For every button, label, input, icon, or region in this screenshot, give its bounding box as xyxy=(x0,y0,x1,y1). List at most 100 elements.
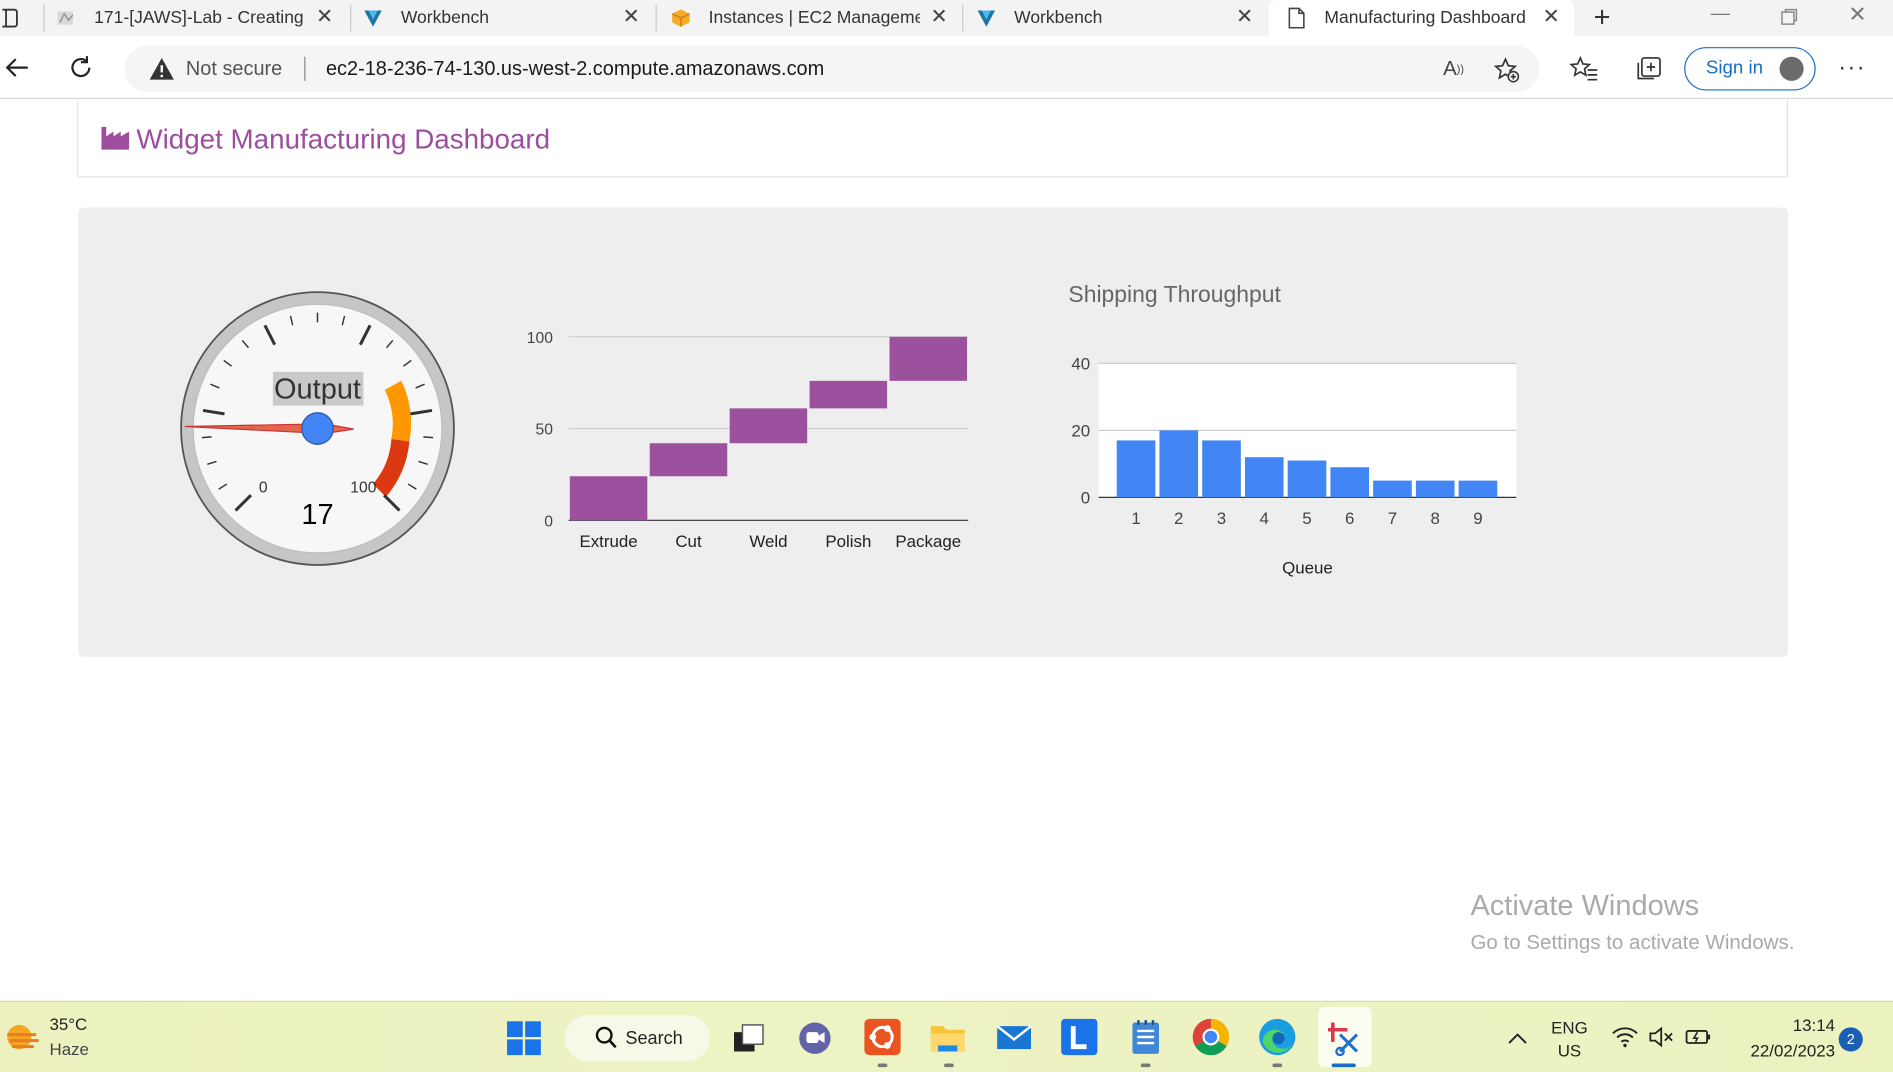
weather-temperature[interactable]: 35°C xyxy=(49,1014,87,1033)
windows-taskbar: 35°C Haze Search ENG US 13:14 22/02/2023… xyxy=(0,1000,1893,1072)
x-tick-label: Cut xyxy=(675,532,702,551)
tab-workbench-2[interactable]: Workbench ✕ xyxy=(975,0,1265,36)
throughput-bar[interactable] xyxy=(1415,480,1455,498)
throughput-bar[interactable] xyxy=(1330,467,1370,498)
close-window-icon[interactable]: ✕ xyxy=(1848,2,1866,27)
snipping-tool-icon[interactable] xyxy=(1318,1006,1372,1068)
ubuntu-icon[interactable] xyxy=(862,1016,903,1057)
refresh-icon[interactable] xyxy=(66,53,95,82)
weather-condition[interactable]: Haze xyxy=(49,1039,88,1058)
tab-manufacturing-dashboard[interactable]: Manufacturing Dashboard ✕ xyxy=(1268,0,1575,37)
throughput-bar[interactable] xyxy=(1244,457,1284,498)
region-label[interactable]: US xyxy=(1548,1041,1591,1060)
throughput-bar[interactable] xyxy=(1116,440,1156,498)
close-tab-icon[interactable]: ✕ xyxy=(623,5,640,28)
collections-icon[interactable] xyxy=(1633,54,1664,83)
volume-muted-icon[interactable] xyxy=(1647,1025,1676,1049)
close-tab-icon[interactable]: ✕ xyxy=(316,5,333,28)
throughput-bar[interactable] xyxy=(1159,430,1199,498)
y-tick-label: 20 xyxy=(1071,421,1090,440)
x-tick-label: 5 xyxy=(1302,509,1311,528)
file-explorer-icon[interactable] xyxy=(927,1016,968,1057)
address-bar[interactable]: Not secure ec2-18-236-74-130.us-west-2.c… xyxy=(124,45,1540,92)
minimize-icon[interactable]: — xyxy=(1711,4,1730,26)
output-gauge: 0 100 Output 17 xyxy=(180,291,455,566)
process-bar[interactable] xyxy=(649,443,728,477)
tab-actions-icon[interactable] xyxy=(0,6,22,30)
warning-icon[interactable] xyxy=(148,57,175,81)
process-bar[interactable] xyxy=(569,476,648,521)
close-tab-icon[interactable]: ✕ xyxy=(1543,5,1560,28)
add-favorite-icon[interactable] xyxy=(1492,56,1521,85)
throughput-bar[interactable] xyxy=(1458,480,1498,498)
more-options-icon[interactable]: ··· xyxy=(1836,53,1867,82)
active-indicator xyxy=(1331,1063,1356,1068)
read-aloud-icon[interactable]: A)) xyxy=(1440,56,1467,83)
chrome-icon[interactable] xyxy=(1190,1016,1231,1057)
security-label[interactable]: Not secure xyxy=(186,58,282,81)
edge-icon[interactable] xyxy=(1257,1016,1298,1057)
back-arrow-icon[interactable] xyxy=(2,53,31,82)
close-tab-icon[interactable]: ✕ xyxy=(931,5,948,28)
x-tick-label: 9 xyxy=(1473,509,1482,528)
notification-badge[interactable]: 2 xyxy=(1838,1027,1863,1052)
task-view-icon[interactable] xyxy=(729,1019,768,1058)
favorites-icon[interactable] xyxy=(1568,54,1599,83)
gauge-value: 17 xyxy=(301,499,333,531)
tab-ec2-instances[interactable]: Instances | EC2 Manageme ✕ xyxy=(670,0,960,36)
x-tick-label: 2 xyxy=(1174,509,1183,528)
y-tick-label: 0 xyxy=(1081,488,1090,507)
gauge-label: Output xyxy=(274,373,361,405)
x-tick-label: Polish xyxy=(825,532,871,551)
url-text[interactable]: ec2-18-236-74-130.us-west-2.compute.amaz… xyxy=(326,58,824,81)
process-bar[interactable] xyxy=(889,336,968,381)
tab-title: Instances | EC2 Manageme xyxy=(708,8,920,28)
sign-in-label: Sign in xyxy=(1705,57,1764,79)
process-bar[interactable] xyxy=(729,408,808,444)
sign-in-button[interactable]: Sign in xyxy=(1684,47,1816,91)
clock-time[interactable]: 13:14 xyxy=(1775,1015,1835,1034)
x-tick-label: Extrude xyxy=(579,532,637,551)
x-tick-label: Package xyxy=(895,532,961,551)
throughput-bar[interactable] xyxy=(1202,440,1241,498)
chevron-up-icon[interactable] xyxy=(1505,1026,1529,1050)
teams-chat-icon[interactable] xyxy=(796,1019,835,1058)
x-tick-label: Weld xyxy=(749,532,787,551)
dashboard-header: Widget Manufacturing Dashboard xyxy=(77,100,1788,178)
x-tick-label: 8 xyxy=(1430,509,1439,528)
close-tab-icon[interactable]: ✕ xyxy=(1236,5,1253,28)
language-label[interactable]: ENG xyxy=(1548,1018,1591,1037)
throughput-bar[interactable] xyxy=(1373,480,1412,498)
weather-sun-icon[interactable] xyxy=(5,1019,41,1055)
x-tick-label: 7 xyxy=(1388,509,1397,528)
letter-l-app-icon[interactable] xyxy=(1059,1016,1100,1057)
process-stage-chart: 0 50 100 Extrude Cut Weld Polish Package xyxy=(527,330,969,551)
activate-windows-watermark: Activate Windows Go to Settings to activ… xyxy=(1470,890,1794,955)
start-windows-icon[interactable] xyxy=(505,1019,544,1058)
page-title: Widget Manufacturing Dashboard xyxy=(136,123,551,155)
tab-workbench-1[interactable]: Workbench ✕ xyxy=(362,0,652,36)
new-tab-icon[interactable]: + xyxy=(1586,1,1617,34)
throughput-bar[interactable] xyxy=(1287,460,1327,498)
notepad-icon[interactable] xyxy=(1125,1016,1166,1057)
wifi-icon[interactable] xyxy=(1610,1025,1639,1049)
tab-title: Manufacturing Dashboard xyxy=(1324,8,1526,28)
x-axis-label: Queue xyxy=(1282,558,1333,577)
restore-icon[interactable] xyxy=(1780,7,1799,26)
gauge-hub xyxy=(301,412,334,445)
gauge-max-label: 100 xyxy=(350,480,376,497)
battery-icon[interactable] xyxy=(1684,1025,1713,1049)
tab-lab[interactable]: 171-[JAWS]-Lab - Creating ✕ xyxy=(56,0,346,36)
watermark-subtitle: Go to Settings to activate Windows. xyxy=(1470,930,1795,954)
process-bar[interactable] xyxy=(809,380,888,409)
clock-date[interactable]: 22/02/2023 xyxy=(1731,1041,1835,1060)
y-tick-label: 50 xyxy=(535,422,553,439)
mail-icon[interactable] xyxy=(994,1019,1035,1055)
taskbar-search[interactable]: Search xyxy=(565,1015,710,1062)
vocareum-icon xyxy=(362,7,384,29)
factory-icon xyxy=(101,126,130,156)
gauge-min-label: 0 xyxy=(259,480,268,497)
gauge-minor-tick xyxy=(201,436,212,439)
chart-title: Shipping Throughput xyxy=(1068,281,1281,307)
x-tick-label: 1 xyxy=(1131,509,1140,528)
